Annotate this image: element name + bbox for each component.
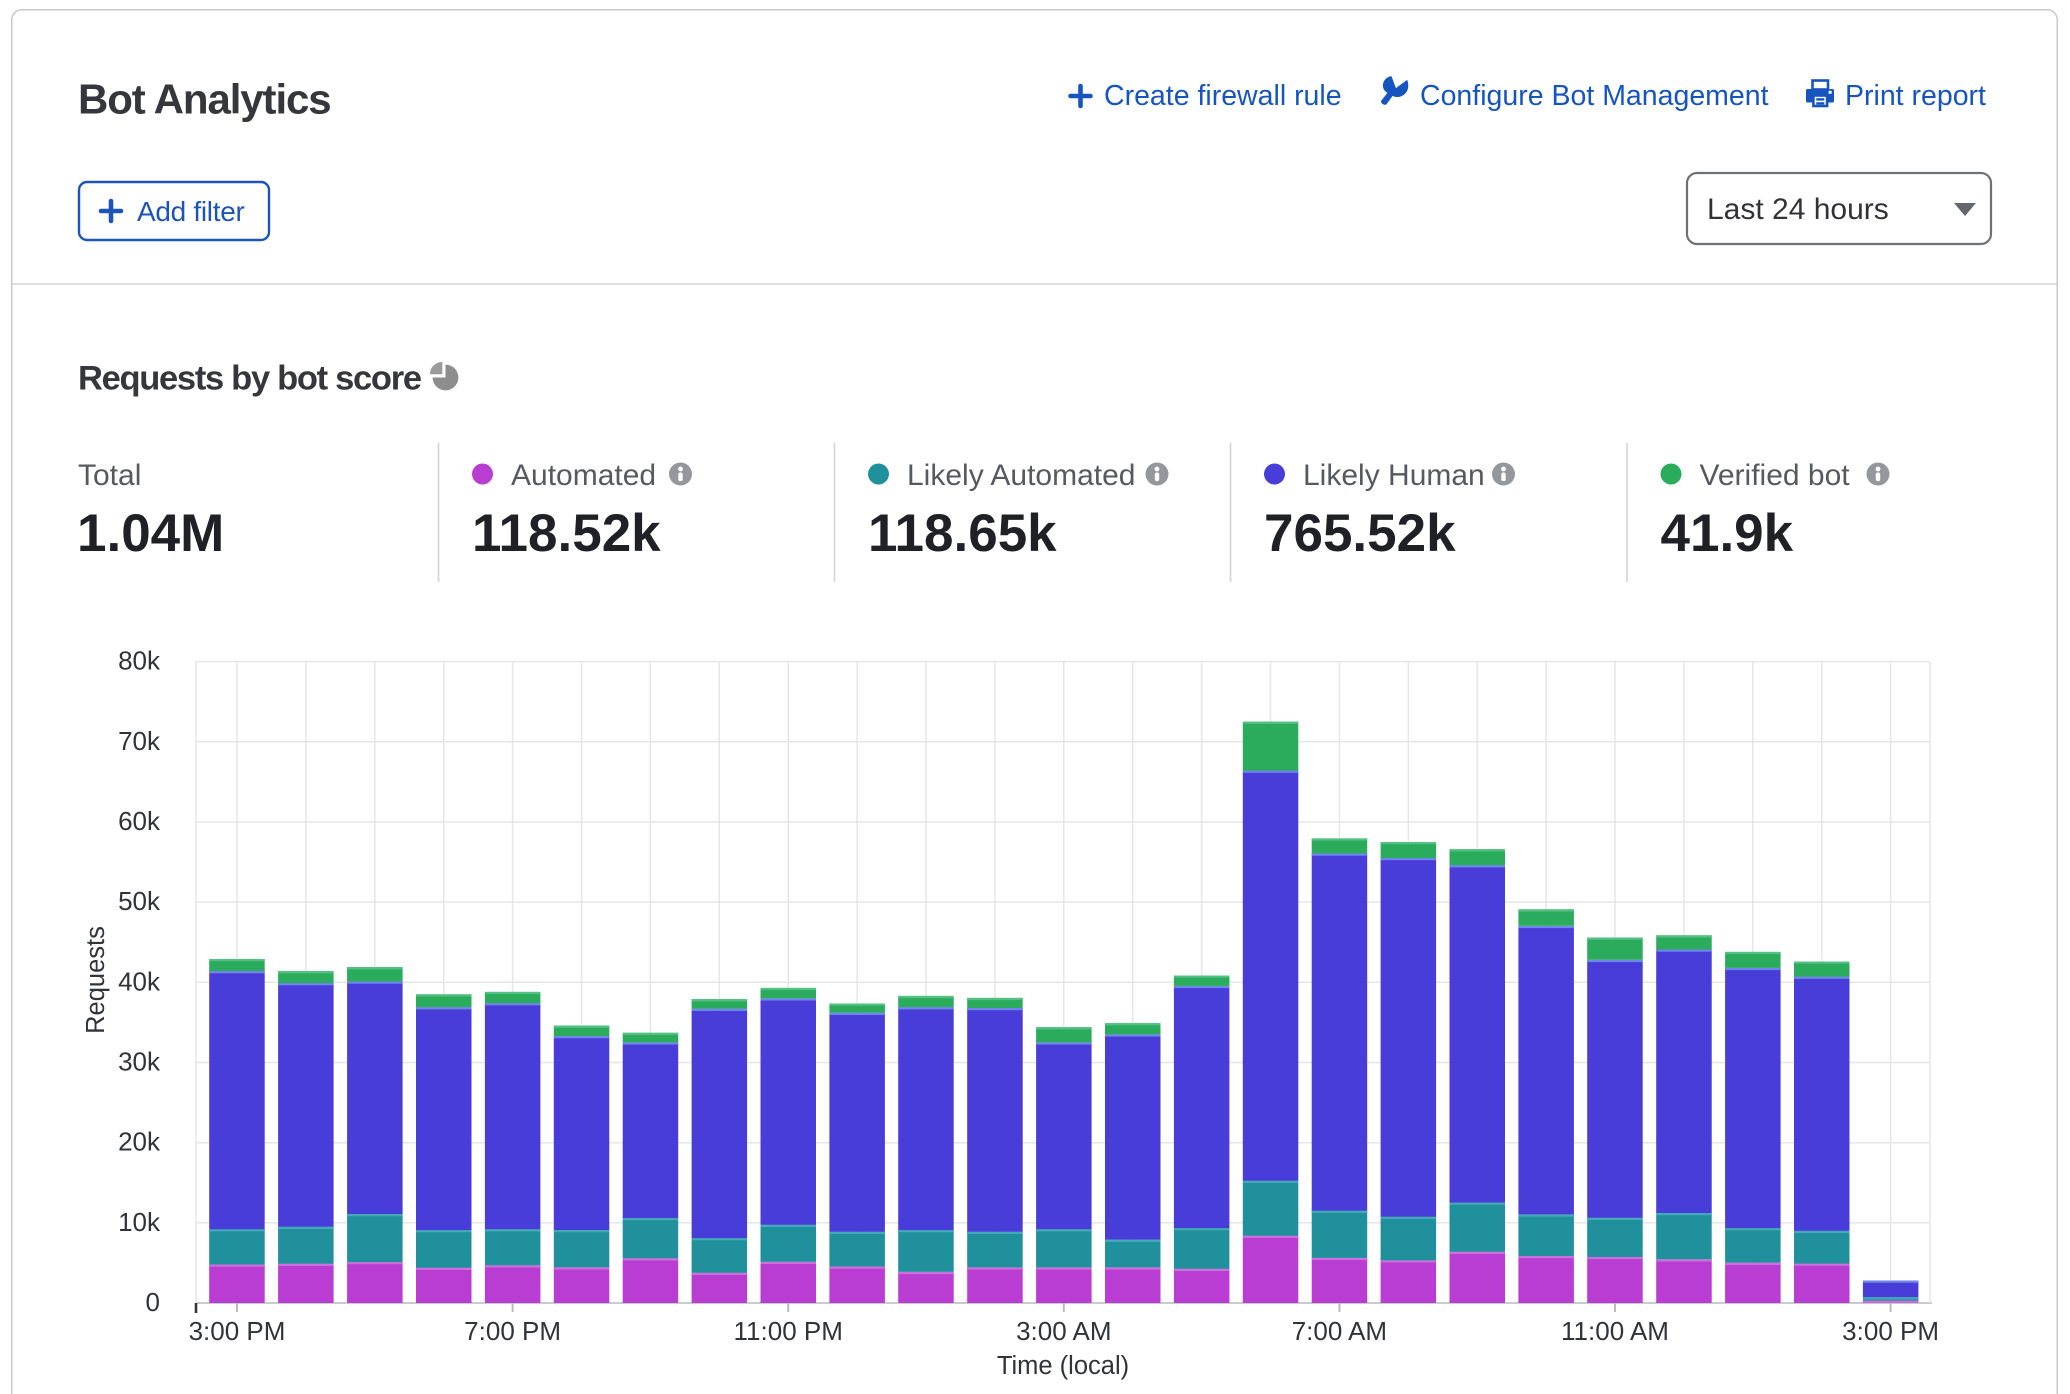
svg-text:40k: 40k [118, 966, 161, 996]
svg-text:11:00 PM: 11:00 PM [734, 1316, 843, 1346]
svg-text:11:00 AM: 11:00 AM [1561, 1316, 1669, 1346]
svg-text:7:00 PM: 7:00 PM [464, 1316, 561, 1346]
svg-text:1.04M: 1.04M [77, 504, 224, 563]
svg-text:60k: 60k [118, 806, 161, 836]
svg-text:20k: 20k [118, 1127, 161, 1157]
svg-text:70k: 70k [118, 726, 161, 756]
svg-text:118.52k: 118.52k [472, 504, 661, 563]
svg-text:10k: 10k [118, 1207, 161, 1237]
svg-text:765.52k: 765.52k [1264, 504, 1456, 563]
svg-text:Automated: Automated [511, 459, 656, 492]
svg-text:Likely Human: Likely Human [1303, 459, 1485, 492]
svg-text:Bot Analytics: Bot Analytics [78, 76, 331, 123]
svg-text:Requests by bot score: Requests by bot score [78, 360, 422, 398]
svg-text:Verified bot: Verified bot [1700, 459, 1851, 492]
svg-text:30k: 30k [118, 1047, 161, 1077]
svg-text:Likely Automated: Likely Automated [907, 459, 1135, 492]
svg-text:3:00 PM: 3:00 PM [1842, 1316, 1939, 1346]
svg-text:50k: 50k [118, 886, 161, 916]
svg-text:118.65k: 118.65k [868, 504, 1057, 563]
svg-text:Time (local): Time (local) [997, 1352, 1129, 1380]
svg-text:Print report: Print report [1845, 80, 1986, 112]
svg-text:41.9k: 41.9k [1661, 504, 1794, 563]
svg-text:Requests: Requests [82, 926, 110, 1034]
svg-text:7:00 AM: 7:00 AM [1292, 1316, 1387, 1346]
svg-text:3:00 AM: 3:00 AM [1016, 1316, 1111, 1346]
svg-text:3:00 PM: 3:00 PM [189, 1316, 286, 1346]
svg-text:Total: Total [78, 459, 141, 492]
svg-text:0: 0 [146, 1287, 160, 1317]
svg-text:80k: 80k [118, 646, 161, 676]
svg-text:Configure Bot Management: Configure Bot Management [1420, 80, 1769, 112]
svg-text:Last 24 hours: Last 24 hours [1707, 193, 1889, 226]
svg-text:Create firewall rule: Create firewall rule [1104, 80, 1342, 112]
svg-text:Add filter: Add filter [137, 196, 245, 227]
